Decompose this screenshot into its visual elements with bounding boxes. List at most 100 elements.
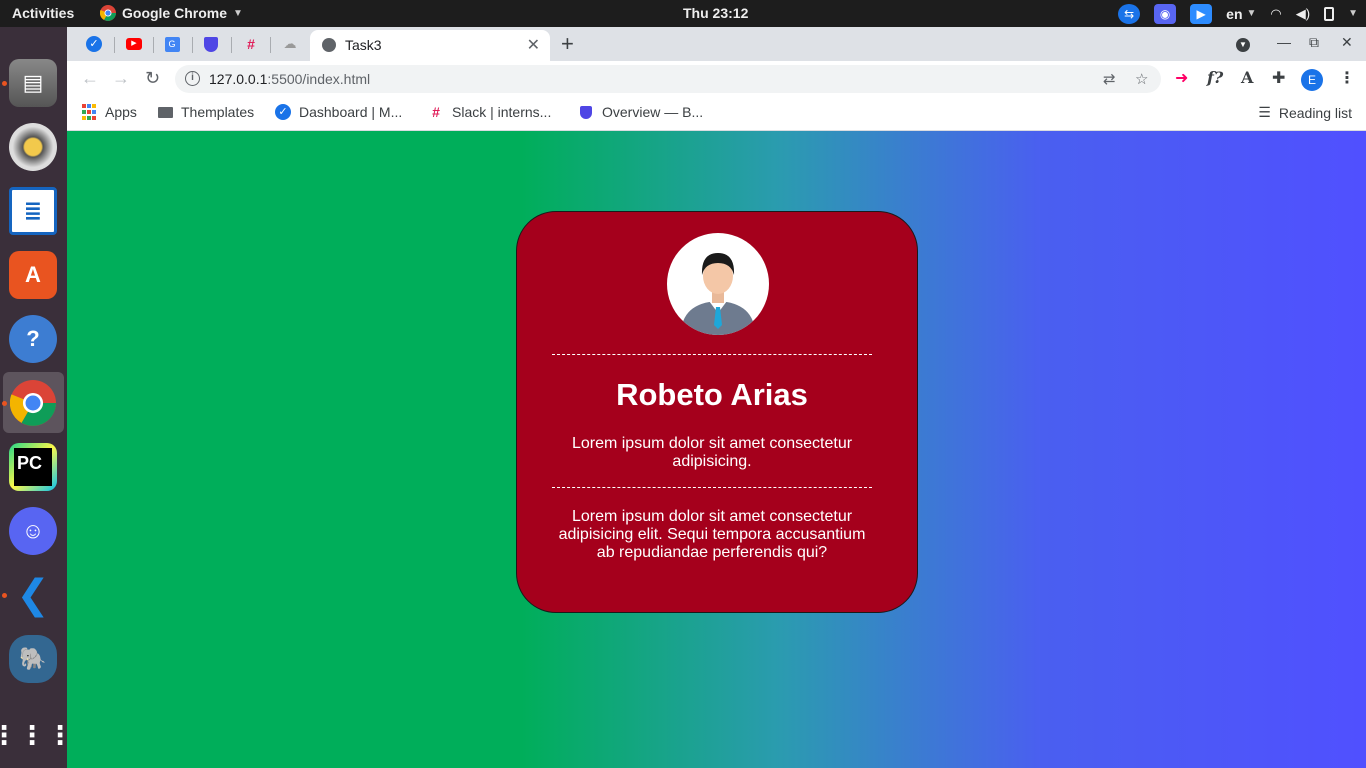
wifi-icon[interactable]: ◠ [1270, 6, 1281, 22]
tab-separator [192, 37, 193, 53]
activities-button[interactable]: Activities [12, 5, 74, 21]
profile-avatar[interactable]: E [1301, 69, 1323, 91]
folder-icon [157, 104, 173, 120]
translate-icon: G [164, 36, 180, 52]
checkmark-icon: ✓ [275, 104, 291, 120]
bookmark-label: Apps [105, 104, 137, 120]
ubuntu-software-icon[interactable]: A [9, 251, 57, 299]
url-text[interactable]: 127.0.0.1:5500/index.html [209, 71, 370, 87]
menu-kebab-icon[interactable]: ⋮ [1339, 68, 1355, 88]
font-extension-icon[interactable]: A [1241, 68, 1253, 87]
page-viewport: Robeto Arias Lorem ipsum dolor sit amet … [67, 131, 1366, 768]
tab-pinned-6[interactable]: ☁ [280, 35, 300, 53]
close-icon[interactable]: ✕ [527, 35, 540, 55]
apps-grid-icon [81, 104, 97, 120]
running-indicator [2, 401, 7, 406]
browser-window: ✓ ▶ G # ☁ Task3 ✕ + ▼ — ⧉ ✕ ← → ↻ i 127.… [67, 27, 1366, 131]
volume-icon[interactable]: ◀) [1296, 6, 1310, 22]
chevron-down-icon[interactable]: ▼ [1348, 8, 1358, 19]
pycharm-icon[interactable]: PC [9, 443, 57, 491]
site-info-icon[interactable]: i [185, 71, 200, 86]
chrome-icon [100, 5, 116, 21]
help-icon[interactable]: ? [9, 315, 57, 363]
tab-title: Task3 [345, 37, 382, 53]
reading-list-icon: ☰ [1258, 104, 1271, 120]
bookmark-apps[interactable]: Apps [81, 104, 137, 120]
clock[interactable]: Thu 23:12 [683, 5, 748, 21]
restore-icon[interactable]: ⧉ [1309, 34, 1319, 51]
tab-separator [153, 37, 154, 53]
reading-list-button[interactable]: ☰ Reading list [1258, 104, 1352, 121]
vscode-icon[interactable]: ❮ [9, 571, 57, 619]
running-indicator [2, 593, 7, 598]
divider [552, 354, 872, 355]
address-bar[interactable]: i 127.0.0.1:5500/index.html ⇄ ☆ [175, 65, 1161, 93]
bitwarden-icon [578, 104, 594, 120]
bookmark-label: Dashboard | M... [299, 104, 403, 120]
bookmark-dashboard[interactable]: ✓ Dashboard | M... [275, 104, 402, 120]
bitwarden-icon [204, 36, 218, 52]
bookmark-label: Overview — B... [602, 104, 704, 120]
system-tray: ⇆ ◉ ▶ en ▼ ◠ ◀) ▼ [1118, 3, 1358, 24]
tab-search-icon[interactable]: ▼ [1236, 34, 1250, 52]
tab-pinned-5[interactable]: # [241, 35, 261, 53]
formula-extension-icon[interactable]: f? [1207, 68, 1223, 87]
tab-pinned-1[interactable]: ✓ [84, 35, 104, 53]
rhythmbox-icon[interactable] [9, 123, 57, 171]
tab-pinned-4[interactable] [201, 35, 221, 53]
tab-separator [270, 37, 271, 53]
system-top-bar: Activities Google Chrome ▼ Thu 23:12 ⇆ ◉… [0, 0, 1366, 27]
browser-toolbar: ← → ↻ i 127.0.0.1:5500/index.html ⇄ ☆ ➜ … [67, 61, 1366, 97]
bookmark-label: Themplates [181, 104, 255, 120]
pgadmin-icon[interactable]: 🐘 [9, 635, 57, 683]
forward-icon[interactable]: → [112, 68, 130, 89]
battery-icon[interactable] [1324, 6, 1335, 21]
avatar [667, 233, 769, 335]
files-icon[interactable]: ▤ [9, 59, 57, 107]
minimize-icon[interactable]: — [1277, 34, 1291, 50]
running-indicator [2, 81, 7, 86]
dock: ▤ ≣ A ? PC ☺ ❮ 🐘 ⋮⋮⋮ [0, 27, 73, 768]
tab-pinned-2[interactable]: ▶ [124, 35, 144, 53]
bookmark-slack[interactable]: # Slack | interns... [428, 104, 551, 120]
checkmark-icon: ✓ [86, 36, 102, 52]
show-applications-icon[interactable]: ⋮⋮⋮ [0, 711, 73, 759]
language-label: en [1226, 5, 1243, 22]
tab-task3[interactable]: Task3 ✕ [310, 30, 550, 61]
tab-separator [114, 37, 115, 53]
youtube-icon: ▶ [126, 38, 142, 50]
chevron-down-icon: ▼ [1246, 8, 1257, 19]
bookmark-themplates[interactable]: Themplates [157, 104, 254, 120]
new-tab-button[interactable]: + [561, 31, 574, 57]
reload-icon[interactable]: ↻ [145, 68, 160, 89]
app-menu-label: Google Chrome [122, 5, 228, 21]
bookmark-overview[interactable]: Overview — B... [578, 104, 703, 120]
google-chrome-icon[interactable] [9, 379, 57, 427]
reading-list-label: Reading list [1278, 104, 1352, 121]
globe-icon [322, 38, 336, 52]
back-icon[interactable]: ← [81, 68, 99, 89]
translate-page-icon[interactable]: ⇄ [1103, 70, 1116, 88]
tab-separator [231, 37, 232, 53]
language-indicator[interactable]: en ▼ [1226, 6, 1256, 22]
extension-live-icon[interactable]: ➜ [1175, 68, 1188, 88]
teamviewer-icon[interactable]: ⇆ [1118, 3, 1141, 24]
libreoffice-writer-icon[interactable]: ≣ [9, 187, 57, 235]
profile-card: Robeto Arias Lorem ipsum dolor sit amet … [516, 211, 918, 613]
zoom-icon[interactable]: ▶ [1190, 3, 1213, 24]
chevron-down-icon: ▼ [233, 7, 243, 19]
discord-tray-icon[interactable]: ◉ [1154, 3, 1177, 24]
profile-name: Robeto Arias [616, 377, 808, 412]
person-avatar-icon [681, 253, 755, 335]
extensions-puzzle-icon[interactable]: ✚ [1272, 68, 1285, 88]
bookmarks-bar: Apps Themplates ✓ Dashboard | M... # Sla… [67, 97, 1366, 131]
window-close-icon[interactable]: ✕ [1341, 34, 1353, 51]
app-menu[interactable]: Google Chrome ▼ [100, 5, 243, 21]
divider [552, 487, 872, 488]
bookmark-star-icon[interactable]: ☆ [1135, 70, 1148, 88]
tab-pinned-3[interactable]: G [162, 35, 182, 53]
chrome-icon [10, 380, 56, 426]
profile-description: Lorem ipsum dolor sit amet consectetur a… [571, 435, 853, 470]
discord-icon[interactable]: ☺ [9, 507, 57, 555]
slack-icon: # [247, 36, 255, 52]
